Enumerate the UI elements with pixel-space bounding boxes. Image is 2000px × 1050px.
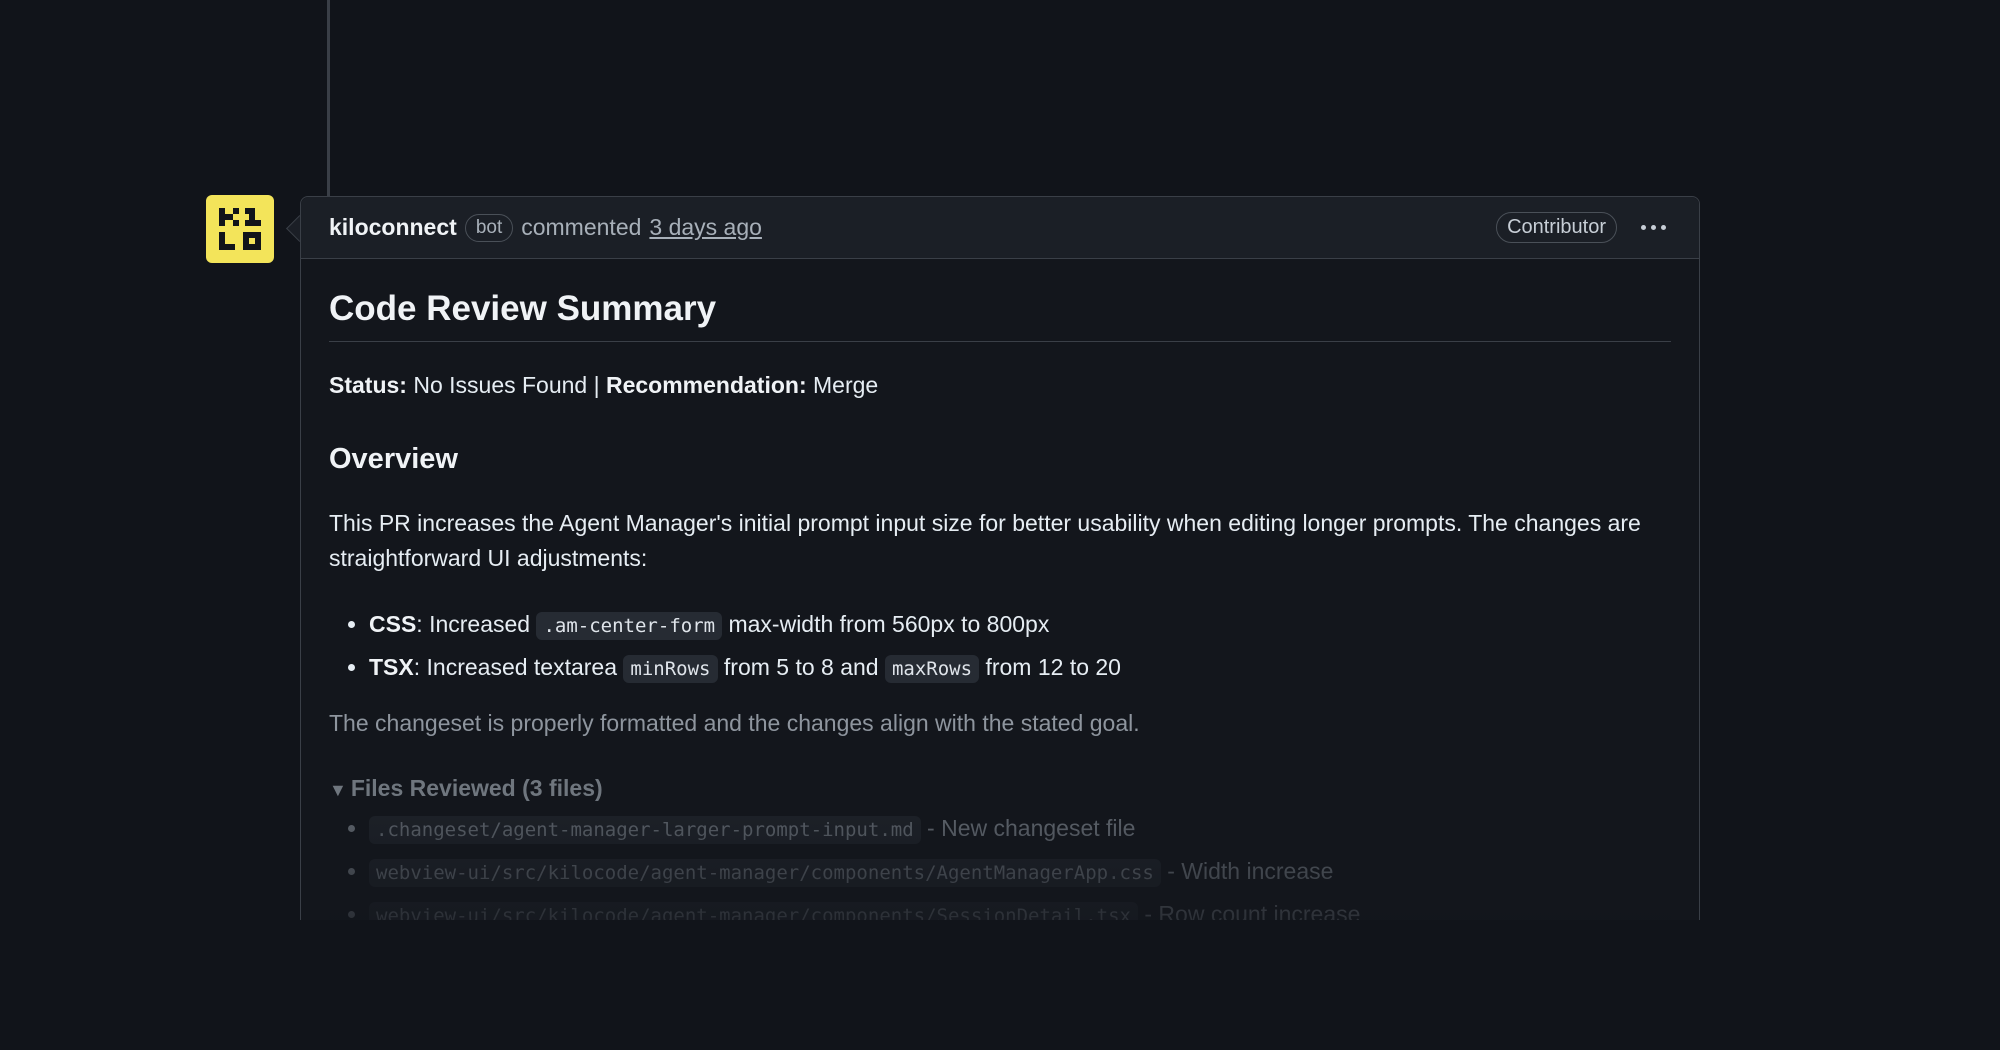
recommendation-label: Recommendation:: [605, 372, 807, 398]
separator: |: [593, 372, 600, 398]
status-line: Status: No Issues Found | Recommendation…: [329, 372, 1671, 399]
list-item: .changeset/agent-manager-larger-prompt-i…: [369, 808, 1671, 851]
change-text: : Increased: [416, 611, 537, 637]
change-text: from 5 to 8 and: [717, 654, 885, 680]
file-path: webview-ui/src/kilocode/agent-manager/co…: [369, 859, 1161, 887]
overview-text: This PR increases the Agent Manager's in…: [329, 510, 1641, 571]
status-value: No Issues Found: [413, 372, 588, 398]
list-item: TSX: Increased textarea minRows from 5 t…: [369, 647, 1671, 690]
kebab-dot-icon: [1640, 225, 1646, 230]
comment-body: Code Review Summary Status: No Issues Fo…: [301, 289, 1699, 975]
inline-code: minRows: [623, 655, 718, 683]
change-label: CSS: [369, 611, 417, 637]
overview-heading: Overview: [329, 443, 458, 475]
triangle-down-icon: ▼: [329, 780, 347, 800]
change-label: TSX: [369, 654, 414, 680]
conclusion-text: The changeset is properly formatted and …: [329, 710, 1140, 736]
inline-code: maxRows: [884, 655, 980, 683]
status-label: Status:: [329, 372, 407, 398]
kilo-logo-icon: [219, 208, 261, 250]
change-text: : Increased textarea: [413, 654, 624, 680]
change-text: max-width from 560px to 800px: [722, 611, 1050, 637]
list-item: CSS: Increased .am-center-form max-width…: [369, 604, 1671, 647]
bot-badge: bot: [464, 213, 514, 242]
contributor-badge: Contributor: [1496, 212, 1617, 243]
bottom-fade: [0, 920, 2000, 1050]
files-details: ▼Files Reviewed (3 files) .changeset/age…: [329, 775, 1671, 975]
change-text: from 12 to 20: [979, 654, 1121, 680]
more-options-button[interactable]: [1635, 213, 1671, 243]
author-link[interactable]: kiloconnect: [329, 214, 457, 241]
files-reviewed-toggle[interactable]: ▼ Files Reviewed (3 files): [329, 775, 1671, 802]
file-path: .changeset/agent-manager-larger-prompt-i…: [369, 816, 921, 844]
inline-code: .am-center-form: [536, 612, 723, 640]
kebab-dot-icon: [1660, 225, 1666, 230]
changes-list: CSS: Increased .am-center-form max-width…: [329, 604, 1671, 690]
timestamp-link[interactable]: 3 days ago: [649, 214, 762, 241]
file-note: - New changeset file: [920, 815, 1136, 841]
pr-timeline: kiloconnect bot commented 3 days ago Con…: [0, 0, 2000, 1050]
kebab-dot-icon: [1650, 225, 1656, 230]
timeline-line: [327, 0, 330, 196]
list-item: webview-ui/src/kilocode/agent-manager/co…: [369, 851, 1671, 894]
avatar[interactable]: [206, 195, 274, 263]
action-text: commented: [521, 214, 642, 240]
file-note: - Width increase: [1160, 858, 1334, 884]
files-list: .changeset/agent-manager-larger-prompt-i…: [329, 808, 1671, 937]
review-title: Code Review Summary: [329, 289, 1671, 342]
comment-header: kiloconnect bot commented 3 days ago Con…: [301, 197, 1699, 259]
recommendation-value: Merge: [813, 372, 879, 398]
files-summary-label: Files Reviewed (3 files): [350, 775, 603, 801]
